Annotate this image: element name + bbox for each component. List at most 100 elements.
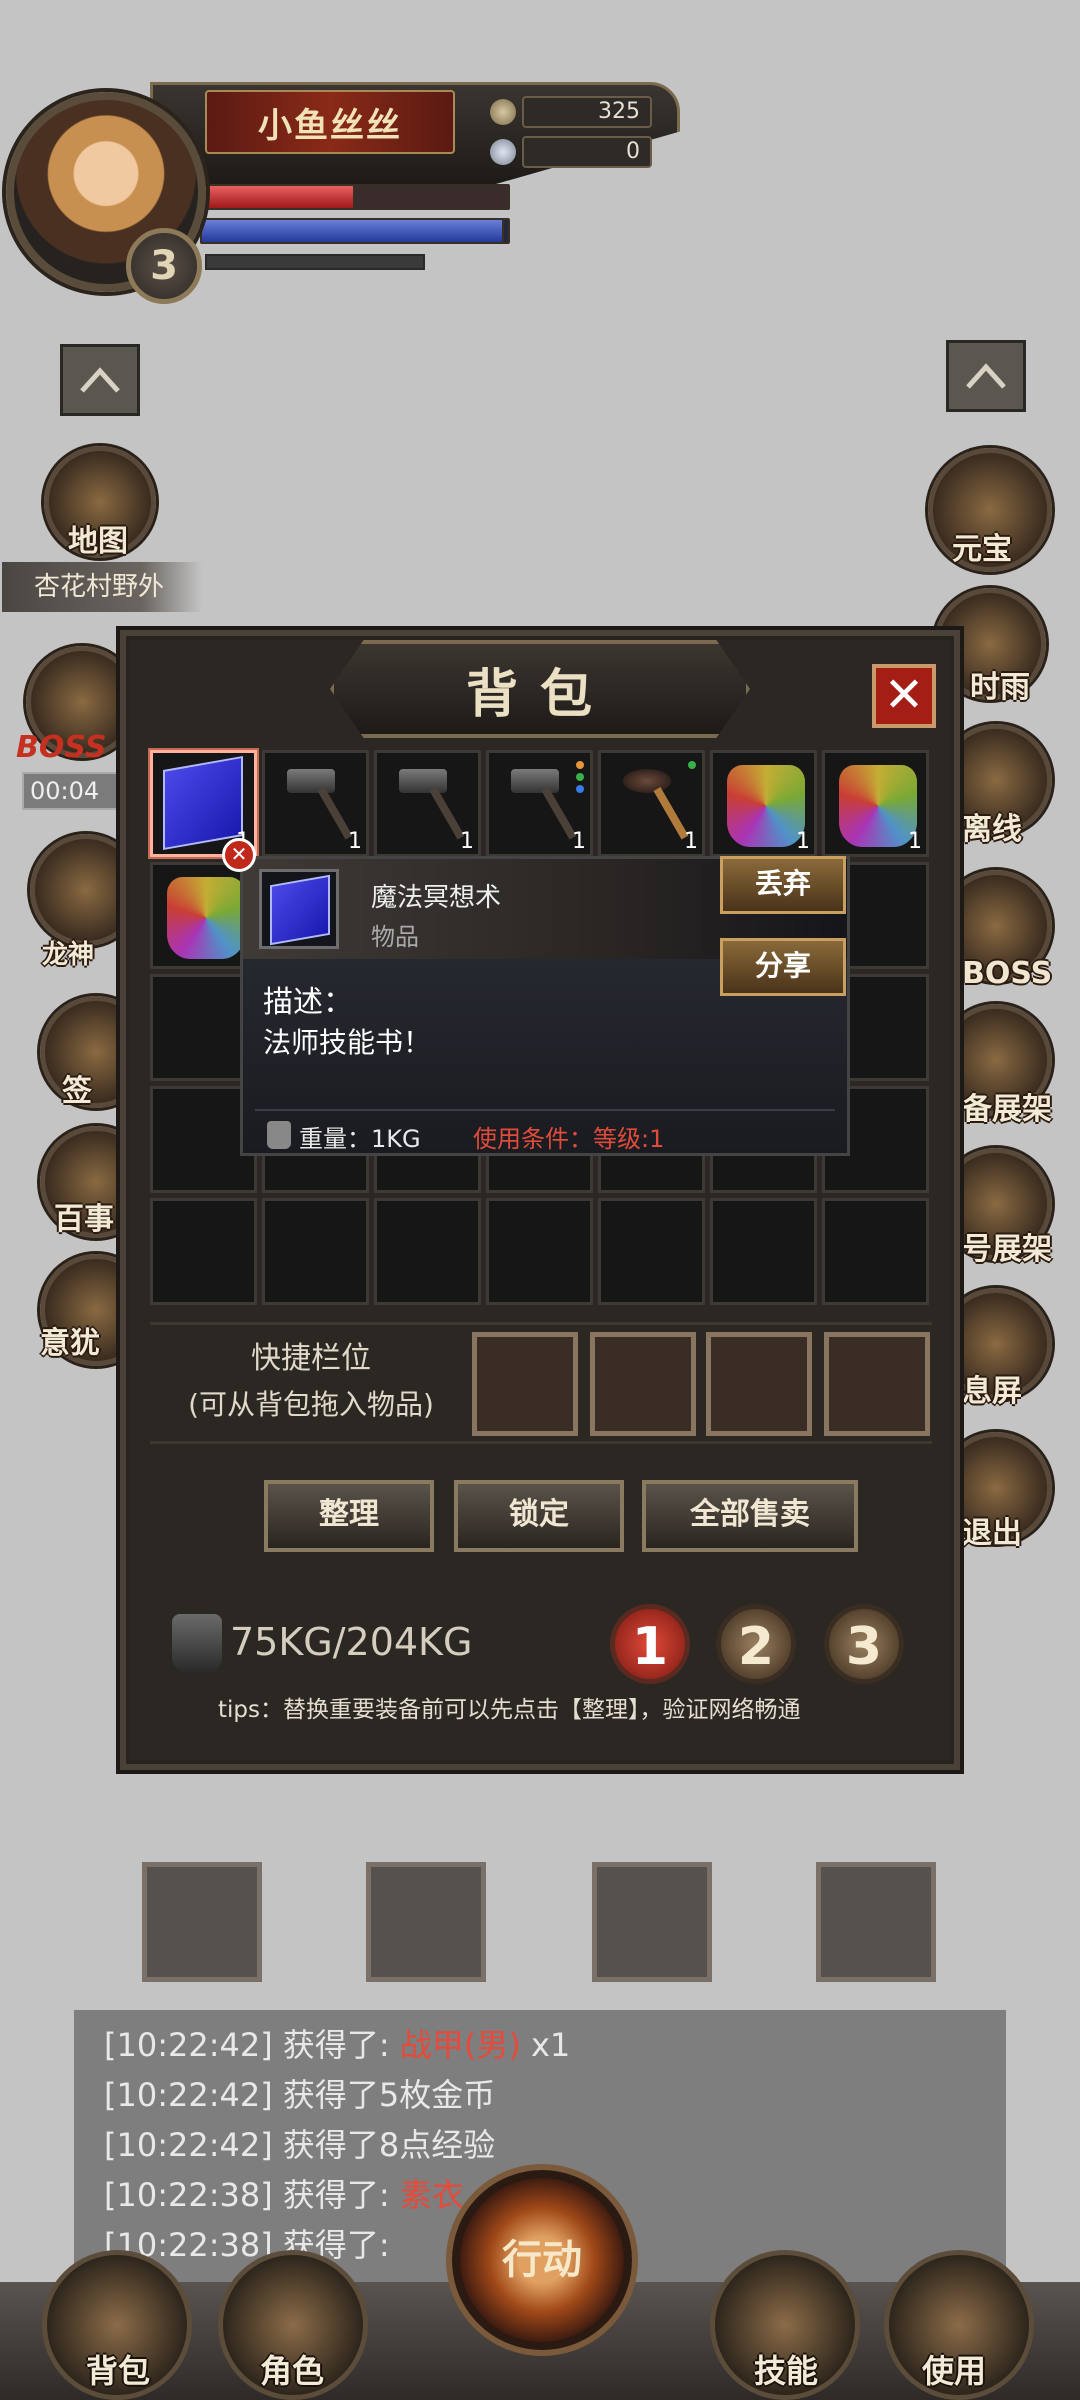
gem-display: 0 [490,136,652,168]
skill-book-icon [270,874,330,946]
quick-slot[interactable] [590,1332,696,1436]
log-line: [10:22:42] 获得了8点经验 [74,2120,1006,2170]
bag-weight: 75KG/204KG [230,1620,473,1664]
task-label: 百事 [54,1202,114,1237]
skill-book-icon [163,755,243,851]
armor-icon [167,877,245,959]
gold-value: 325 [598,99,640,124]
quality-dot [688,761,696,769]
boss-right-label: BOSS [962,956,1053,991]
tooltip-divider [255,1109,835,1111]
bag-slot[interactable] [374,1198,481,1305]
event-label: 意犹 [40,1326,100,1361]
quick-slot[interactable] [706,1332,812,1436]
close-button[interactable]: ✕ [872,664,936,728]
equip-show-label: 备展架 [962,1092,1052,1127]
lock-button[interactable]: 锁定 [454,1480,624,1552]
gem-icon [490,139,516,165]
bag-slot[interactable] [262,1198,369,1305]
screen-off-label: 息屏 [962,1374,1022,1409]
bag-slot[interactable]: 1 [598,750,705,857]
gem-value: 0 [626,139,640,164]
mace-icon [623,769,689,840]
hp-bar [200,184,355,210]
left-collapse-button[interactable] [60,344,140,416]
log-item: 素衣 [399,2176,464,2214]
nav-skill-label: 技能 [754,2352,819,2390]
right-collapse-button[interactable] [946,340,1026,412]
gold-display: 325 [490,96,652,128]
item-count: 1 [572,829,586,854]
item-count: 1 [796,829,810,854]
item-count: 1 [460,829,474,854]
bag-slot[interactable]: 1 [262,750,369,857]
equip-slot[interactable] [366,1862,486,1982]
boss-label: BOSS [16,730,107,765]
sell-all-button[interactable]: 全部售卖 [642,1480,858,1552]
bag-slot[interactable]: 1 [822,750,929,857]
equip-slot[interactable] [816,1862,936,1982]
coin-icon [490,99,516,125]
log-text: [10:22:38] 获得了: [104,2176,400,2214]
page-3-button[interactable]: 3 [824,1604,904,1684]
bag-slot[interactable] [598,1198,705,1305]
quality-dot [576,773,584,781]
log-text: [10:22:42] 获得了5枚金币 [104,2076,496,2114]
player-level: 3 [126,228,202,304]
equip-slot[interactable] [142,1862,262,1982]
tooltip-desc: 法师技能书！ [263,1026,432,1059]
boss-timer: 00:04 [22,772,122,810]
log-line: [10:22:42] 获得了: 战甲(男) x1 [74,2020,1006,2070]
log-item: 战甲(男) [399,2026,521,2064]
quick-bar-hint: (可从背包拖入物品) [188,1388,434,1421]
tooltip-item-icon [259,869,339,949]
quick-slot[interactable] [472,1332,578,1436]
bag-slot[interactable] [486,1198,593,1305]
nav-role-label: 角色 [260,2352,325,2390]
sign-label: 签 [62,1074,92,1109]
item-count: 1 [348,829,362,854]
item-count: 1 [684,829,698,854]
weight-icon [267,1121,291,1149]
equip-slot[interactable] [592,1862,712,1982]
bag-slot[interactable]: 1 [374,750,481,857]
player-name: 小鱼丝丝 [205,90,455,154]
quality-dot [576,761,584,769]
offline-label: 离线 [962,812,1022,847]
map-label: 地图 [68,524,128,559]
bag-slot[interactable] [150,1198,257,1305]
quick-slot[interactable] [824,1332,930,1436]
tooltip-requirement: 使用条件：等级:1 [473,1125,665,1153]
location-name: 杏花村野外 [2,562,202,612]
quick-bar-title: 快捷栏位 [251,1341,371,1376]
bag-slot[interactable] [710,1198,817,1305]
bag-slot[interactable] [822,1198,929,1305]
action-button[interactable]: 行动 [452,2170,632,2350]
nav-bag-label: 背包 [86,2352,151,2390]
nav-use-label: 使用 [922,2352,987,2390]
log-line: [10:22:42] 获得了5枚金币 [74,2070,1006,2120]
share-button[interactable]: 分享 [720,938,846,996]
armor-icon [839,765,917,847]
bag-slot[interactable]: 1 [486,750,593,857]
title-show-label: 号展架 [962,1232,1052,1267]
tooltip-weight: 重量：1KG [299,1125,421,1153]
discard-button[interactable]: 丢弃 [720,856,846,914]
close-tooltip-icon[interactable]: ✕ [222,838,256,872]
bag-slot[interactable]: 1 [710,750,817,857]
mp-bar [200,218,504,244]
tooltip-item-name: 魔法冥想术 [371,883,502,913]
shiyu-label: 时雨 [970,670,1030,705]
tooltip-item-type: 物品 [371,923,419,951]
hammer-icon [399,769,465,840]
page-1-button[interactable]: 1 [610,1604,690,1684]
item-count: 1 [908,829,922,854]
hammer-icon [511,769,577,840]
yuanbao-label: 元宝 [952,532,1012,567]
chevron-up-icon [966,363,1006,389]
page-2-button[interactable]: 2 [716,1604,796,1684]
exit-label: 退出 [962,1516,1022,1551]
sort-button[interactable]: 整理 [264,1480,434,1552]
armor-icon [727,765,805,847]
quality-dot [576,785,584,793]
